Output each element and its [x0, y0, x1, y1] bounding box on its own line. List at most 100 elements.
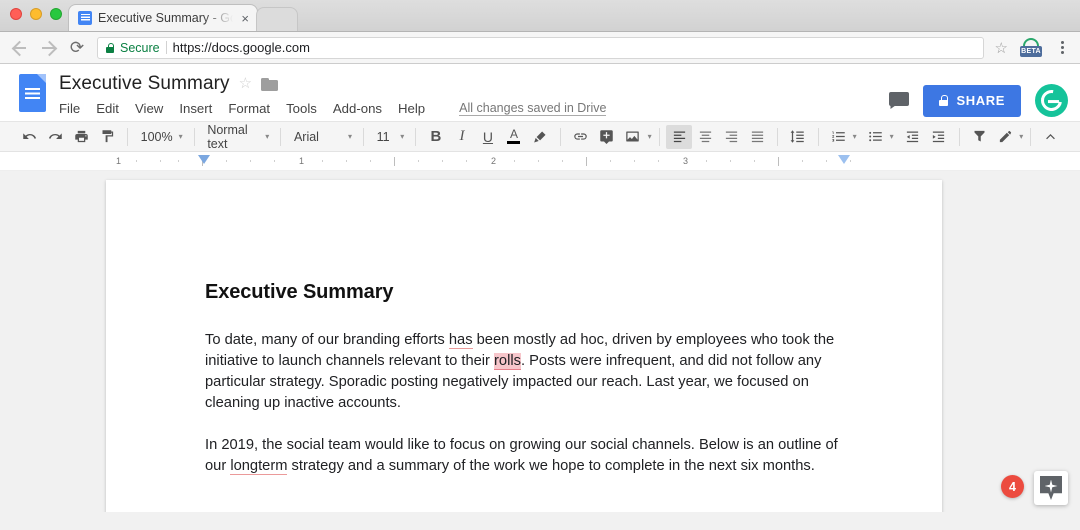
page-content: Executive Summary To date, many of our b…: [106, 180, 942, 477]
tab-title: Executive Summary - Google D: [98, 11, 233, 25]
save-status-label[interactable]: All changes saved in Drive: [459, 101, 606, 116]
forward-arrow-icon[interactable]: [39, 39, 57, 57]
line-spacing-icon[interactable]: [785, 125, 811, 149]
spelling-error-rolls[interactable]: rolls: [494, 353, 521, 370]
menu-item-file[interactable]: File: [59, 101, 80, 116]
clear-formatting-icon[interactable]: [966, 125, 992, 149]
chevron-down-icon[interactable]: ▾: [1019, 132, 1023, 141]
divider: [363, 128, 364, 146]
decrease-indent-icon[interactable]: [900, 125, 926, 149]
redo-icon[interactable]: [42, 125, 68, 149]
chevron-down-icon[interactable]: ▾: [890, 132, 894, 141]
menu-item-edit[interactable]: Edit: [96, 101, 119, 116]
chevron-down-icon[interactable]: ▾: [853, 132, 857, 141]
menu-item-view[interactable]: View: [135, 101, 163, 116]
bold-button[interactable]: B: [423, 125, 449, 149]
font-family-value: Arial: [294, 130, 319, 144]
ruler-scale: 1 1 2 3: [106, 152, 942, 170]
document-paragraph-1: To date, many of our branding efforts ha…: [205, 330, 845, 414]
add-comment-icon[interactable]: [594, 125, 620, 149]
font-family-select[interactable]: Arial ▾: [288, 125, 356, 149]
paragraph-text: To date, many of our branding efforts: [205, 332, 449, 348]
chevron-down-icon[interactable]: ▾: [648, 132, 652, 141]
back-arrow-icon[interactable]: [10, 39, 28, 57]
bulleted-list-icon[interactable]: [863, 125, 889, 149]
chevron-down-icon: ▾: [348, 132, 352, 141]
edit-mode-pencil-icon[interactable]: [992, 125, 1018, 149]
insert-link-icon[interactable]: [568, 125, 594, 149]
spelling-error-longterm[interactable]: longterm: [230, 458, 287, 475]
grammarly-alert-count-badge[interactable]: 4: [1001, 475, 1024, 498]
document-ruler[interactable]: 1 1 2 3: [0, 152, 1080, 171]
insert-image-icon[interactable]: [620, 125, 646, 149]
menu-item-format[interactable]: Format: [228, 101, 270, 116]
divider: [1030, 128, 1031, 146]
google-docs-favicon: [78, 11, 92, 25]
share-button-label: SHARE: [956, 93, 1005, 108]
comment-icon[interactable]: [889, 92, 909, 109]
folder-icon[interactable]: [261, 78, 278, 91]
menu-item-insert[interactable]: Insert: [179, 101, 212, 116]
tab-close-icon[interactable]: ×: [239, 12, 251, 25]
menu-bar: File Edit View Insert Format Tools Add-o…: [59, 101, 889, 116]
underline-button[interactable]: U: [475, 125, 501, 149]
divider: [280, 128, 281, 146]
chevron-down-icon: ▾: [179, 132, 183, 141]
zoom-select[interactable]: 100% ▾: [135, 125, 187, 149]
maximize-window-button[interactable]: [50, 8, 62, 20]
page-title: Executive Summary ☆: [59, 72, 889, 96]
align-justify-button[interactable]: [744, 125, 770, 149]
star-icon[interactable]: ☆: [239, 72, 253, 96]
increase-indent-icon[interactable]: [926, 125, 952, 149]
secure-label: Secure: [120, 41, 160, 55]
text-color-letter: A: [510, 129, 518, 140]
grammarly-extension-icon[interactable]: BETA: [1019, 38, 1043, 58]
chevron-down-icon: ▾: [400, 132, 404, 141]
ruler-marks: 1 1 2 3: [106, 152, 942, 170]
reload-icon[interactable]: ⟳: [68, 39, 86, 57]
ruler-label: 2: [491, 156, 496, 166]
divider: [166, 41, 167, 54]
address-bar[interactable]: Secure https://docs.google.com: [97, 37, 984, 59]
align-right-button[interactable]: [718, 125, 744, 149]
doc-title-text[interactable]: Executive Summary: [59, 72, 230, 96]
spelling-error-has[interactable]: has: [449, 332, 473, 349]
browser-tab-executive-summary[interactable]: Executive Summary - Google D ×: [68, 4, 258, 31]
share-button[interactable]: SHARE: [923, 85, 1021, 117]
align-center-button[interactable]: [692, 125, 718, 149]
paint-format-icon[interactable]: [94, 125, 120, 149]
close-window-button[interactable]: [10, 8, 22, 20]
minimize-window-button[interactable]: [30, 8, 42, 20]
document-page[interactable]: Executive Summary To date, many of our b…: [106, 180, 942, 512]
align-left-button[interactable]: [666, 125, 692, 149]
grammarly-logo-icon[interactable]: [1035, 84, 1068, 117]
explore-button[interactable]: [1034, 471, 1068, 505]
text-color-button[interactable]: A: [501, 125, 527, 149]
menu-item-help[interactable]: Help: [398, 101, 425, 116]
bookmark-star-icon[interactable]: ☆: [995, 39, 1008, 57]
divider: [959, 128, 960, 146]
paragraph-style-select[interactable]: Normal text ▾: [201, 125, 273, 149]
divider: [127, 128, 128, 146]
font-size-value: 11: [377, 130, 390, 144]
ruler-label: 1: [299, 156, 304, 166]
browser-menu-icon[interactable]: [1054, 41, 1070, 54]
numbered-list-icon[interactable]: [826, 125, 852, 149]
new-tab-button[interactable]: [256, 7, 298, 31]
document-paragraph-2: In 2019, the social team would like to f…: [205, 435, 845, 477]
text-color-swatch: [507, 141, 520, 144]
undo-icon[interactable]: [16, 125, 42, 149]
grammarly-g-glyph: [1037, 86, 1066, 115]
italic-button[interactable]: I: [449, 125, 475, 149]
divider: [194, 128, 195, 146]
highlight-color-icon[interactable]: [527, 125, 553, 149]
print-icon[interactable]: [68, 125, 94, 149]
tab-strip: Executive Summary - Google D ×: [68, 4, 298, 31]
browser-toolbar: ⟳ Secure https://docs.google.com ☆ BETA: [0, 32, 1080, 64]
font-size-select[interactable]: 11 ▾: [371, 125, 409, 149]
google-docs-logo-icon[interactable]: [16, 74, 49, 117]
collapse-toolbar-icon[interactable]: [1038, 125, 1064, 149]
divider: [415, 128, 416, 146]
menu-item-addons[interactable]: Add-ons: [333, 101, 382, 116]
menu-item-tools[interactable]: Tools: [286, 101, 317, 116]
